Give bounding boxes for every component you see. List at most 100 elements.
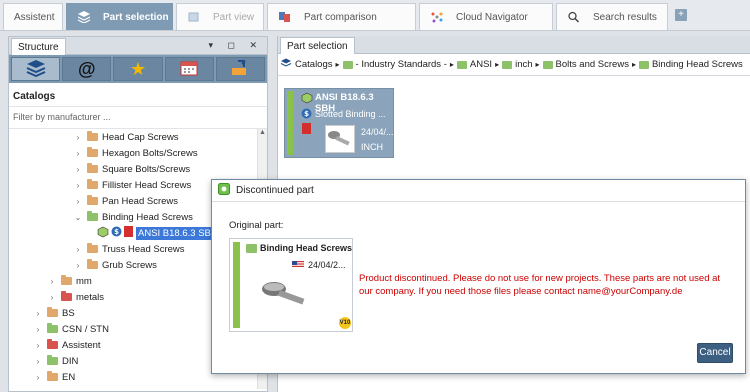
collapse-arrow-icon[interactable]: ⌄ — [73, 213, 83, 222]
tree-item[interactable]: › Square Bolts/Screws — [73, 161, 190, 177]
tree-item-label: ANSI B18.6.3 SBH — [136, 226, 220, 240]
breadcrumb-item[interactable]: Catalogs — [295, 59, 333, 70]
breadcrumb-item[interactable]: inch — [515, 59, 532, 70]
expand-arrow-icon[interactable]: › — [73, 197, 83, 206]
expand-arrow-icon[interactable]: › — [73, 133, 83, 142]
expand-arrow-icon[interactable]: › — [33, 309, 43, 318]
tab-label: Part comparison — [304, 11, 377, 23]
part-card-date: 24/04/... — [361, 127, 394, 137]
status-s-icon: $ — [301, 108, 312, 122]
breadcrumb-item[interactable]: Bolts and Screws — [556, 59, 629, 70]
expand-arrow-icon[interactable]: › — [33, 357, 43, 366]
tree-item-selected-part[interactable]: $ ANSI B18.6.3 SBH — [97, 225, 220, 241]
tab-search-results[interactable]: Search results — [556, 3, 668, 30]
expand-arrow-icon[interactable]: › — [73, 149, 83, 158]
tree-item-label: Head Cap Screws — [102, 131, 179, 143]
folder-icon — [542, 60, 553, 69]
tree-item-label: DIN — [62, 355, 79, 367]
tree-item-label: BS — [62, 307, 75, 319]
panel-window-controls[interactable]: ▾ ◻ ✕ — [208, 40, 263, 51]
tree-item-label: Binding Head Screws — [102, 211, 193, 223]
tab-label: Cloud Navigator — [456, 11, 528, 23]
part-card[interactable]: $ ANSI B18.6.3 SBH Slotted Binding ... 2… — [284, 88, 394, 158]
export-icon — [230, 59, 250, 79]
tab-label: Part selection — [103, 11, 169, 23]
tree-item[interactable]: › mm — [47, 273, 92, 289]
favorites-view-button[interactable]: ★ — [113, 57, 163, 81]
tree-item[interactable]: › Head Cap Screws — [73, 129, 179, 145]
tree-item[interactable]: › Grub Screws — [73, 257, 157, 273]
folder-icon — [87, 147, 98, 157]
original-part-date: 24/04/2... — [308, 260, 346, 270]
tab-part-view[interactable]: Part view — [176, 3, 264, 30]
tab-part-selection[interactable]: Part selection — [66, 3, 173, 30]
tab-assistent[interactable]: Assistent — [3, 3, 63, 30]
folder-icon — [342, 60, 353, 69]
tree-item[interactable]: ⌄ Binding Head Screws — [73, 209, 193, 225]
tree-item-label: Hexagon Bolts/Screws — [102, 147, 198, 159]
tree-item[interactable]: › DIN — [33, 353, 78, 369]
original-part-title: Binding Head Screws — [260, 243, 353, 253]
layers-icon — [280, 58, 292, 71]
dialog-app-icon — [218, 183, 230, 198]
tree-item-label: CSN / STN — [62, 323, 109, 335]
tree-item-label: Fillister Head Screws — [102, 179, 192, 191]
filter-manufacturer-input[interactable]: Filter by manufacturer ... — [9, 107, 267, 129]
folder-icon — [47, 307, 58, 317]
expand-arrow-icon[interactable]: › — [33, 325, 43, 334]
tree-item[interactable]: › Hexagon Bolts/Screws — [73, 145, 198, 161]
tree-item[interactable]: › Pan Head Screws — [73, 193, 178, 209]
dialog-title: Discontinued part — [236, 185, 314, 196]
pdf-icon — [302, 123, 311, 137]
calendar-view-button[interactable] — [164, 57, 214, 81]
expand-arrow-icon[interactable]: › — [73, 165, 83, 174]
star-icon: ★ — [129, 58, 147, 79]
us-flag-icon — [292, 261, 304, 272]
expand-arrow-icon[interactable]: › — [73, 261, 83, 270]
tree-item[interactable]: › CSN / STN — [33, 321, 109, 337]
tree-item[interactable]: › BS — [33, 305, 75, 321]
folder-icon — [47, 339, 58, 349]
cancel-button[interactable]: Cancel — [697, 343, 733, 363]
catalogs-view-button[interactable] — [11, 57, 61, 81]
expand-arrow-icon[interactable]: › — [33, 373, 43, 382]
part-card-subtitle: Slotted Binding ... — [315, 109, 386, 119]
breadcrumb-item[interactable]: Binding Head Screws — [652, 59, 743, 70]
discontinued-message: Product discontinued. Please do not use … — [359, 273, 721, 297]
folder-icon — [47, 355, 58, 365]
breadcrumb-item[interactable]: ANSI — [470, 59, 492, 70]
folder-open-icon — [87, 211, 98, 221]
cube-icon — [97, 226, 109, 241]
version-badge: V10 — [339, 317, 351, 329]
tab-structure[interactable]: Structure — [11, 38, 66, 55]
tree-item[interactable]: › metals — [47, 289, 104, 305]
expand-arrow-icon[interactable]: › — [47, 293, 57, 302]
part-image-icon — [260, 279, 310, 312]
add-tab-button[interactable]: + — [675, 9, 687, 21]
tree-item[interactable]: › Truss Head Screws — [73, 241, 185, 257]
scroll-up-icon[interactable]: ▲ — [258, 129, 267, 139]
tree-item[interactable]: › EN — [33, 369, 75, 385]
folder-icon — [87, 195, 98, 205]
tab-part-selection-panel[interactable]: Part selection — [280, 37, 355, 54]
expand-arrow-icon[interactable]: › — [33, 341, 43, 350]
tree-item-label: metals — [76, 291, 104, 303]
breadcrumb-item[interactable]: - Industry Standards - — [356, 59, 447, 70]
breadcrumb-separator-icon: ▸ — [449, 60, 454, 69]
tab-part-comparison[interactable]: Part comparison — [267, 3, 416, 30]
tab-cloud-navigator[interactable]: Cloud Navigator — [419, 3, 553, 30]
original-part-card[interactable]: Binding Head Screws 24/04/2... V10 — [229, 238, 353, 332]
tab-label: Part view — [213, 11, 255, 23]
tree-item[interactable]: › Fillister Head Screws — [73, 177, 191, 193]
tree-item[interactable]: › Assistent — [33, 337, 101, 353]
folder-icon — [87, 259, 98, 269]
tree-item-label: mm — [76, 275, 92, 287]
at-view-button[interactable]: @ — [62, 57, 112, 81]
tree-item-label: Truss Head Screws — [102, 243, 185, 255]
expand-arrow-icon[interactable]: › — [47, 277, 57, 286]
expand-arrow-icon[interactable]: › — [73, 245, 83, 254]
folder-icon — [47, 371, 58, 381]
original-part-label: Original part: — [229, 220, 284, 231]
export-view-button[interactable] — [215, 57, 266, 81]
expand-arrow-icon[interactable]: › — [73, 181, 83, 190]
